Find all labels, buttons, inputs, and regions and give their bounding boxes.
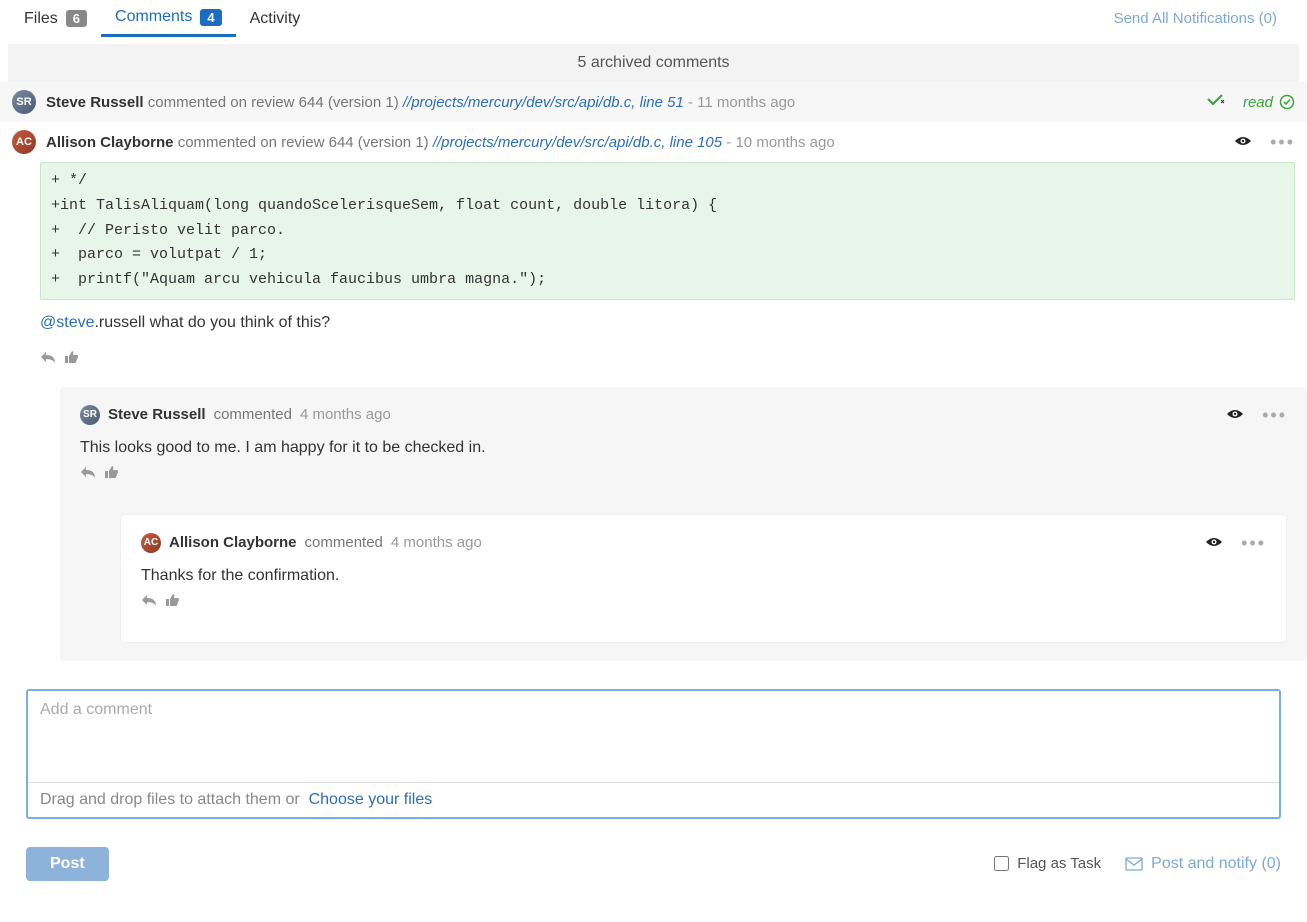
comment-text: @steve.russell what do you think of this… <box>40 300 1295 346</box>
reply-icon[interactable] <box>40 350 56 367</box>
reply-author: Steve Russell <box>108 406 206 423</box>
flag-as-task[interactable]: Flag as Task <box>994 855 1101 872</box>
avatar: AC <box>12 130 36 154</box>
more-icon[interactable]: ••• <box>1241 533 1266 554</box>
more-icon[interactable]: ••• <box>1270 132 1295 153</box>
comment-actions <box>40 346 1295 381</box>
send-all-notifications-link[interactable]: Send All Notifications (0) <box>1114 10 1297 27</box>
tabs-bar: Files 6 Comments 4 Activity Send All Not… <box>0 0 1307 38</box>
tab-comments[interactable]: Comments 4 <box>101 0 236 37</box>
files-count-badge: 6 <box>66 10 87 27</box>
flag-checkbox[interactable] <box>994 856 1009 871</box>
file-link[interactable]: //projects/mercury/dev/src/api/db.c, lin… <box>433 134 722 151</box>
tab-activity[interactable]: Activity <box>236 2 315 36</box>
tab-label: Comments <box>115 8 192 26</box>
mark-read-icon[interactable] <box>1226 407 1244 423</box>
comment-input[interactable] <box>28 691 1279 779</box>
comment-time: - 11 months ago <box>688 94 795 111</box>
reply-action-bar <box>141 589 1266 624</box>
reply-action: commented <box>305 534 383 551</box>
comment-author: Allison Clayborne <box>46 134 174 151</box>
archived-comments-bar[interactable]: 5 archived comments <box>8 44 1299 82</box>
tab-files[interactable]: Files 6 <box>10 2 101 36</box>
user-mention[interactable]: @steve <box>40 314 94 331</box>
read-status[interactable]: read <box>1243 94 1295 111</box>
comment-input-container: Drag and drop files to attach them or Ch… <box>26 689 1281 819</box>
checkmark-icon[interactable] <box>1207 93 1225 111</box>
drop-hint: Drag and drop files to attach them or <box>40 791 300 808</box>
avatar: AC <box>141 533 161 553</box>
reply-time: 4 months ago <box>300 406 391 423</box>
reply-action: commented <box>214 406 292 423</box>
footer-actions: Post Flag as Task Post and notify (0) <box>0 829 1307 899</box>
avatar: SR <box>12 90 36 114</box>
file-drop-area[interactable]: Drag and drop files to attach them or Ch… <box>28 782 1279 817</box>
comment-header: AC Allison Clayborne commented on review… <box>0 122 1307 162</box>
tab-label: Activity <box>250 10 301 28</box>
thumbs-up-icon[interactable] <box>64 350 79 367</box>
comment-author: Steve Russell <box>46 94 144 111</box>
reply-action-bar <box>80 461 1287 496</box>
thumbs-up-icon[interactable] <box>165 593 180 610</box>
thumbs-up-icon[interactable] <box>104 465 119 482</box>
reply-text: This looks good to me. I am happy for it… <box>80 425 1287 461</box>
code-diff: + */ +int TalisAliquam(long quandoSceler… <box>40 162 1295 300</box>
comment-body: + */ +int TalisAliquam(long quandoSceler… <box>0 162 1307 381</box>
reply-text: Thanks for the confirmation. <box>141 553 1266 589</box>
comments-count-badge: 4 <box>200 9 221 26</box>
post-and-notify-link[interactable]: Post and notify (0) <box>1125 855 1281 873</box>
reply-time: 4 months ago <box>391 534 482 551</box>
file-link[interactable]: //projects/mercury/dev/src/api/db.c, lin… <box>403 94 684 111</box>
comment-action: commented on review 644 (version 1) <box>178 134 429 151</box>
more-icon[interactable]: ••• <box>1262 405 1287 426</box>
mark-read-icon[interactable] <box>1234 134 1252 151</box>
avatar: SR <box>80 405 100 425</box>
comment-collapsed[interactable]: SR Steve Russell commented on review 644… <box>0 82 1307 122</box>
post-button[interactable]: Post <box>26 847 109 881</box>
envelope-icon <box>1125 857 1143 871</box>
reply: SR Steve Russell commented 4 months ago … <box>60 387 1307 661</box>
tab-label: Files <box>24 10 58 28</box>
flag-label: Flag as Task <box>1017 855 1101 872</box>
comment-action: commented on review 644 (version 1) <box>148 94 399 111</box>
comment-time: - 10 months ago <box>726 134 834 151</box>
mark-read-icon[interactable] <box>1205 535 1223 551</box>
choose-files-link[interactable]: Choose your files <box>309 791 433 808</box>
reply-icon[interactable] <box>80 465 96 482</box>
reply-author: Allison Clayborne <box>169 534 297 551</box>
nested-reply: AC Allison Clayborne commented 4 months … <box>120 514 1287 643</box>
reply-icon[interactable] <box>141 593 157 610</box>
